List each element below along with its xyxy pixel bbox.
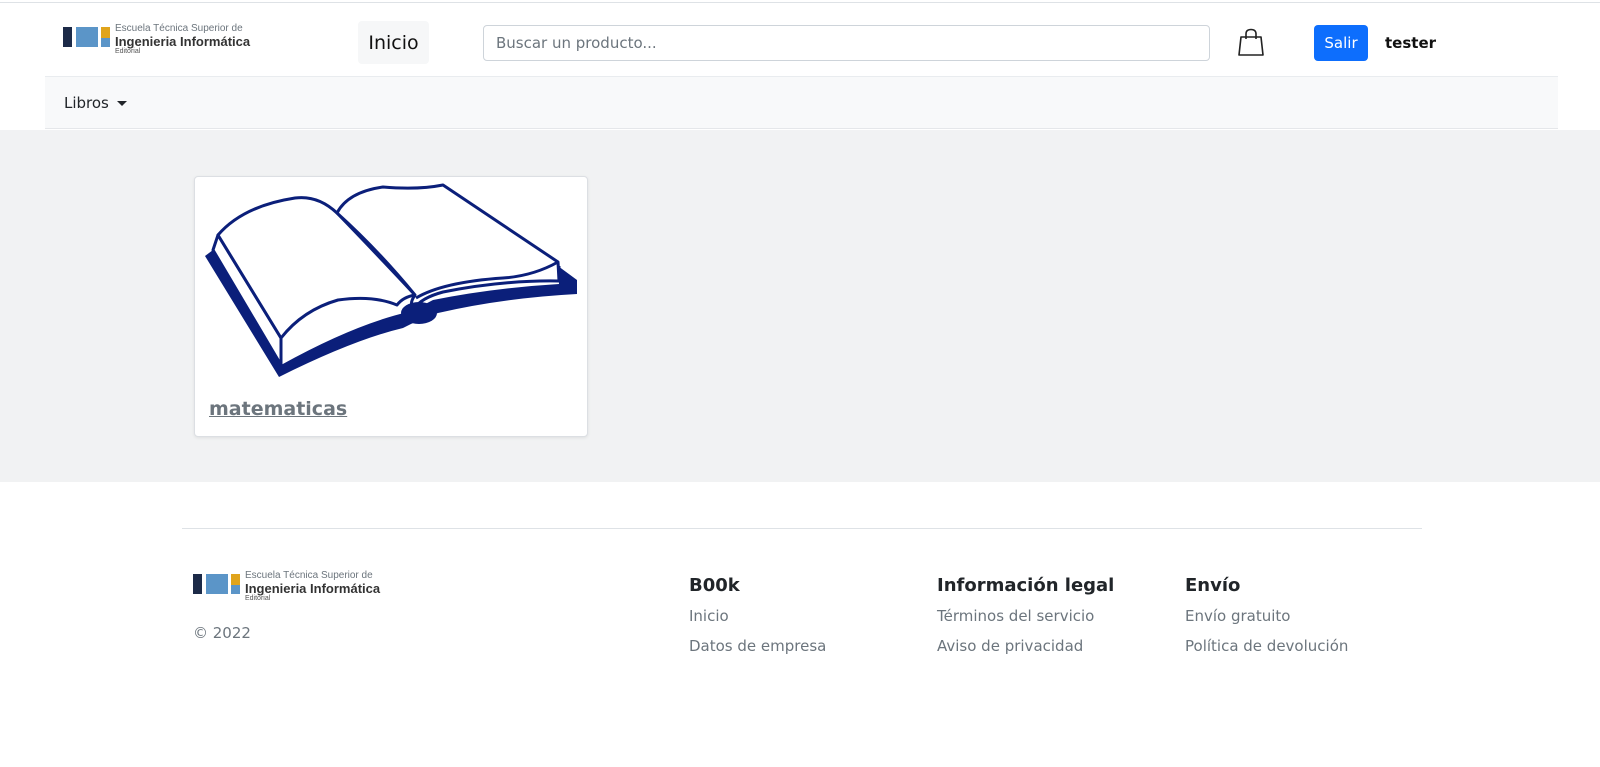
logo-mark-yellow [231, 574, 240, 585]
logo-mark-blue [206, 574, 228, 594]
product-title-link[interactable]: matematicas [209, 398, 347, 420]
footer-link-inicio[interactable]: Inicio [689, 607, 826, 625]
category-nav: Libros [45, 76, 1558, 129]
books-dropdown[interactable]: Libros [64, 94, 127, 112]
footer-divider [182, 528, 1422, 529]
footer-link-privacidad[interactable]: Aviso de privacidad [937, 637, 1114, 655]
logo-mark-blue-small [231, 585, 240, 594]
footer-column-legal: Información legal Términos del servicio … [937, 575, 1114, 667]
product-card[interactable]: matematicas [194, 176, 588, 437]
footer-column-envio: Envío Envío gratuito Política de devoluc… [1185, 575, 1348, 667]
search-input[interactable] [483, 25, 1210, 61]
home-button[interactable]: Inicio [358, 21, 429, 64]
footer-heading: Envío [1185, 575, 1241, 596]
logo-line3: Editorial [115, 48, 141, 55]
footer-heading: Información legal [937, 575, 1115, 596]
logo-line1: Escuela Técnica Superior de [245, 570, 373, 581]
site-header: Escuela Técnica Superior de Ingenieria I… [45, 3, 1558, 76]
copyright-text: © 2022 [193, 624, 251, 642]
open-book-icon [205, 183, 577, 377]
footer-link-terminos[interactable]: Términos del servicio [937, 607, 1114, 625]
logo-line2: Ingenieria Informática [245, 581, 381, 596]
footer-heading: B00k [689, 575, 740, 596]
product-grid: matematicas [0, 130, 1600, 482]
logo-mark [193, 574, 202, 594]
footer-link-devolucion[interactable]: Política de devolución [1185, 637, 1348, 655]
username-label: tester [1385, 34, 1437, 52]
logo-line3: Editorial [245, 595, 271, 602]
footer-link-envio-gratuito[interactable]: Envío gratuito [1185, 607, 1348, 625]
logo-line2: Ingenieria Informática [115, 34, 251, 49]
logo-mark-yellow [101, 27, 110, 38]
logo-mark-blue-small [101, 38, 110, 47]
caret-down-icon [116, 100, 127, 106]
books-dropdown-label: Libros [64, 94, 109, 112]
logo-mark [63, 27, 72, 47]
logo-mark-blue [76, 27, 98, 47]
shopping-bag-icon[interactable] [1238, 28, 1264, 57]
logo-line1: Escuela Técnica Superior de [115, 23, 243, 34]
footer-column-book: B00k Inicio Datos de empresa [689, 575, 826, 667]
footer-logo: Escuela Técnica Superior de Ingenieria I… [193, 570, 383, 606]
footer-link-datos-empresa[interactable]: Datos de empresa [689, 637, 826, 655]
site-logo[interactable]: Escuela Técnica Superior de Ingenieria I… [63, 23, 253, 59]
logout-button[interactable]: Salir [1314, 25, 1368, 61]
